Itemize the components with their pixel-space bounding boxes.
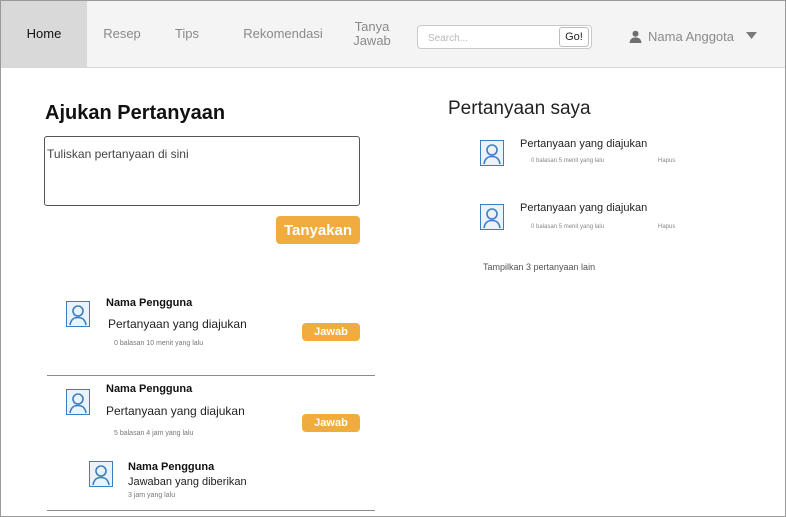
member-name: Nama Anggota xyxy=(648,28,735,44)
feed-user-name: Nama Pengguna xyxy=(106,297,193,309)
nav-home[interactable]: Home xyxy=(1,1,87,67)
avatar xyxy=(66,389,90,415)
divider xyxy=(47,510,375,511)
ask-submit-button[interactable]: Tanyakan xyxy=(276,216,360,244)
search-go-button[interactable]: Go! xyxy=(559,27,589,47)
delete-link[interactable]: Hapus xyxy=(658,158,675,164)
avatar-icon xyxy=(69,305,87,326)
feed-question-text[interactable]: Pertanyaan yang diajukan xyxy=(106,404,245,418)
avatar-icon xyxy=(69,393,87,414)
top-nav: Home Resep Tips Rekomendasi Tanya Jawab … xyxy=(1,1,785,68)
page-frame xyxy=(0,0,786,517)
avatar-icon xyxy=(92,465,110,486)
reply-meta: 3 jam yang lalu xyxy=(128,492,176,499)
my-question-meta: 0 balasan 5 menit yang lalu xyxy=(531,158,605,164)
avatar xyxy=(480,140,504,166)
avatar-icon xyxy=(483,208,501,229)
search-box: Go! xyxy=(417,25,592,49)
show-more-link[interactable]: Tampilkan 3 pertanyaan lain xyxy=(483,262,595,272)
my-question-text[interactable]: Pertanyaan yang diajukan xyxy=(520,202,647,214)
divider xyxy=(47,375,375,376)
avatar xyxy=(66,301,90,327)
nav-resep[interactable]: Resep xyxy=(87,1,157,67)
answer-button[interactable]: Jawab xyxy=(302,323,360,341)
ask-title: Ajukan Pertanyaan xyxy=(45,102,226,124)
reply-text: Jawaban yang diberikan xyxy=(128,476,247,488)
feed-meta: 0 balasan 10 menit yang lalu xyxy=(114,340,204,347)
avatar xyxy=(89,461,113,487)
feed-meta: 5 balasan 4 jam yang lalu xyxy=(114,430,194,437)
question-input[interactable]: Tuliskan pertanyaan di sini xyxy=(44,136,360,206)
avatar xyxy=(480,204,504,230)
nav-tips[interactable]: Tips xyxy=(167,1,207,67)
feed-question-text[interactable]: Pertanyaan yang diajukan xyxy=(108,317,247,331)
answer-button[interactable]: Jawab xyxy=(302,414,360,432)
my-question-meta: 0 balasan 5 menit yang lalu xyxy=(531,224,605,230)
nav-rekomendasi[interactable]: Rekomendasi xyxy=(233,1,333,67)
caret-down-icon xyxy=(746,32,758,39)
nav-tanya-jawab[interactable]: Tanya Jawab xyxy=(347,1,397,67)
member-menu[interactable]: Nama Anggota xyxy=(629,25,763,47)
delete-link[interactable]: Hapus xyxy=(658,224,675,230)
feed-user-name: Nama Pengguna xyxy=(106,383,193,395)
avatar-icon xyxy=(483,144,501,165)
reply-user-name: Nama Pengguna xyxy=(128,461,215,473)
my-questions-title: Pertanyaan saya xyxy=(448,98,591,119)
user-icon xyxy=(629,30,642,43)
my-question-text[interactable]: Pertanyaan yang diajukan xyxy=(520,138,647,150)
search-input[interactable] xyxy=(426,29,560,47)
